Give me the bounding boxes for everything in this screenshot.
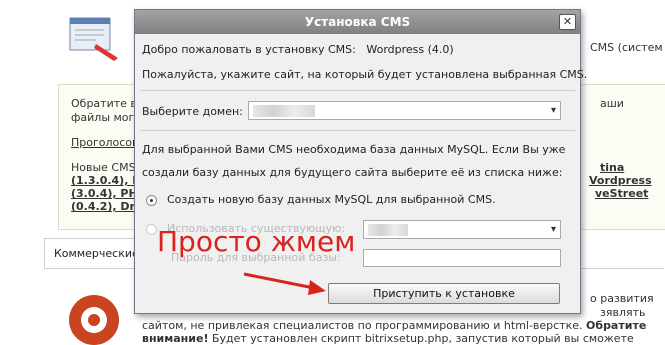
install-cms-dialog: Установка CMS ✕ Добро пожаловать в устан… bbox=[134, 9, 587, 314]
bg-tab-commercial[interactable]: Коммерческие bbox=[44, 238, 139, 269]
chevron-down-icon: ▾ bbox=[550, 105, 556, 116]
start-install-button[interactable]: Приступить к установке bbox=[328, 283, 560, 304]
radio-existing-db[interactable] bbox=[146, 224, 157, 235]
bg-new-cms-label: Новые CMS bbox=[71, 161, 136, 174]
bg-panel-line1-right: аши bbox=[600, 97, 624, 110]
domain-label: Выберите домен: bbox=[142, 105, 243, 118]
bg-vote-link[interactable]: Проголосов bbox=[71, 136, 139, 149]
divider bbox=[140, 130, 575, 131]
bg-bottom-l4-text: Будет установлен скрипт bitrixsetup.php,… bbox=[211, 332, 634, 345]
dialog-title: Установка CMS bbox=[304, 15, 411, 29]
bg-bottom-r2: зявлять bbox=[600, 306, 646, 319]
radio-new-db-label: Создать новую базу данных MySQL для выбр… bbox=[167, 193, 496, 206]
bg-bottom-l4: внимание! Будет установлен скрипт bitrix… bbox=[142, 332, 634, 345]
installer-icon bbox=[69, 17, 118, 61]
instruction-text: Пожалуйста, укажите сайт, на который буд… bbox=[142, 68, 588, 81]
existing-db-select[interactable]: ▾ bbox=[363, 220, 561, 239]
bg-bottom-l3: сайтом, не привлекая специалистов по про… bbox=[142, 319, 646, 332]
chevron-down-icon: ▾ bbox=[550, 224, 556, 235]
db-value-blurred bbox=[368, 224, 408, 236]
bg-bottom-l3-text: сайтом, не привлекая специалистов по про… bbox=[142, 319, 583, 332]
db-info-line1: Для выбранной Вами CMS необходима база д… bbox=[142, 143, 566, 156]
bg-header-text: CMS (систем bbox=[590, 41, 663, 54]
welcome-label: Добро пожаловать в установку CMS: bbox=[142, 43, 356, 56]
domain-select[interactable]: ▾ bbox=[248, 101, 561, 120]
bg-bottom-l4-bold: внимание! bbox=[142, 332, 209, 345]
bg-right-link-2[interactable]: Vordpress bbox=[589, 174, 652, 187]
bg-bottom-l3-bold: Обратите bbox=[586, 319, 647, 332]
bg-panel-line1: Обратите в bbox=[71, 97, 137, 110]
close-icon[interactable]: ✕ bbox=[559, 14, 576, 30]
radio-new-db[interactable] bbox=[146, 195, 157, 206]
bg-version-link-3[interactable]: (0.4.2), Dru bbox=[71, 200, 143, 213]
bg-version-link-1[interactable]: (1.3.0.4), N bbox=[71, 174, 141, 187]
annotation-text: Просто жмем bbox=[157, 225, 356, 258]
db-info-line2: создали базу данных для будущего сайта в… bbox=[142, 166, 563, 179]
domain-value-blurred bbox=[253, 105, 315, 117]
welcome-text: Добро пожаловать в установку CMS: Wordpr… bbox=[142, 43, 454, 56]
welcome-cms-value: Wordpress (4.0) bbox=[366, 43, 454, 56]
bg-version-link-2[interactable]: (3.0.4), PH bbox=[71, 187, 138, 200]
bg-panel-line2: файлы мог bbox=[71, 111, 135, 124]
divider bbox=[140, 90, 575, 91]
bg-right-link-1[interactable]: tina bbox=[600, 161, 624, 174]
dialog-titlebar[interactable]: Установка CMS ✕ bbox=[135, 10, 580, 34]
bg-bottom-r1: о развития bbox=[590, 292, 654, 305]
annotation-arrow-icon bbox=[243, 272, 326, 295]
bitrix-logo bbox=[69, 295, 119, 345]
password-field[interactable] bbox=[363, 249, 561, 267]
bg-right-link-3[interactable]: veStreet bbox=[595, 187, 648, 200]
bg-tab-label: Коммерческие bbox=[54, 247, 139, 260]
